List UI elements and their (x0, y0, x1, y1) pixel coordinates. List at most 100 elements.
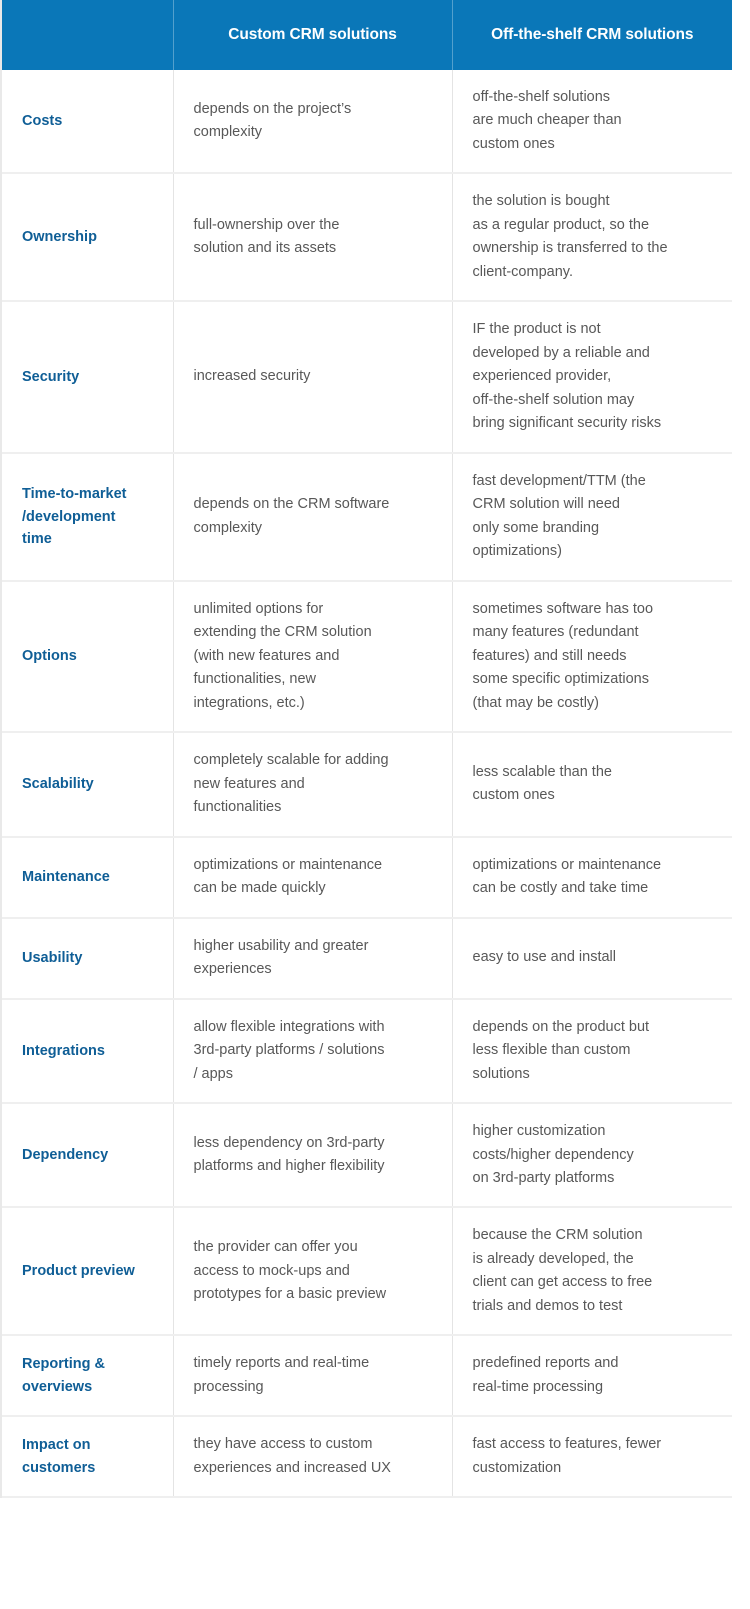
table-row: Time-to-market /development time depends … (2, 452, 732, 582)
cell-off-the-shelf-crm-text: IF the product is not developed by a rel… (472, 321, 662, 432)
row-label: Maintenance (2, 836, 173, 919)
row-label-text: Integrations (22, 1042, 105, 1059)
table-row: Product preview the provider can offer yo… (2, 1207, 732, 1337)
cell-off-the-shelf-crm: because the CRM solution is already deve… (451, 1207, 732, 1337)
cell-custom-crm: timely reports and real-time processing (172, 1335, 452, 1418)
row-label-text: Options (22, 648, 77, 665)
row-label: Product preview (2, 1207, 173, 1337)
cell-off-the-shelf-crm-text: optimizations or maintenance can be cost… (472, 856, 662, 897)
table-row: Reporting & overviews timely reports and … (2, 1335, 732, 1418)
table-row: Maintenance optimizations or maintenance … (2, 836, 732, 919)
cell-custom-crm-text: completely scalable for adding new featu… (193, 752, 389, 816)
cell-custom-crm: completely scalable for adding new featu… (172, 732, 452, 838)
cell-off-the-shelf-crm-text: fast development/TTM (the CRM solution w… (472, 472, 646, 560)
row-label-text: Dependency (22, 1147, 109, 1163)
table-row: Security increased security IF the product… (2, 301, 732, 454)
row-label-text: Scalability (22, 776, 94, 793)
cell-off-the-shelf-crm: predefined reports and real-time process… (451, 1335, 732, 1418)
cell-custom-crm: allow flexible integrations with 3rd-par… (172, 998, 452, 1105)
table-row: Scalability completely scalable for addin… (2, 732, 732, 838)
column-header-custom-crm: Custom CRM solutions (172, 0, 452, 70)
cell-off-the-shelf-crm-text: the solution is bought as a regular prod… (472, 193, 668, 280)
row-label: Scalability (2, 732, 173, 838)
row-label-text: Impact on customers (22, 1437, 96, 1476)
cell-custom-crm: higher usability and greater experiences (172, 917, 452, 1000)
row-label-text: Maintenance (22, 868, 110, 885)
cell-off-the-shelf-crm-text: because the CRM solution is already deve… (472, 1227, 653, 1314)
crm-comparison-table: Custom CRM solutions Off-the-shelf CRM s… (2, 0, 732, 1499)
cell-custom-crm-text: less dependency on 3rd-party platforms a… (193, 1134, 385, 1175)
table-row: Ownership full-ownership over the solutio… (2, 173, 732, 303)
row-label: Time-to-market /development time (2, 452, 173, 582)
cell-custom-crm: depends on the project’s complexity (172, 70, 452, 175)
cell-custom-crm-text: higher usability and greater experiences (193, 937, 369, 978)
cell-custom-crm-text: timely reports and real-time processing (193, 1355, 370, 1395)
row-label: Options (2, 580, 173, 734)
row-label-text: Security (22, 368, 80, 385)
cell-off-the-shelf-crm: IF the product is not developed by a rel… (451, 301, 732, 454)
cell-off-the-shelf-crm-text: less scalable than the custom ones (472, 763, 612, 804)
cell-off-the-shelf-crm: higher customization costs/higher depend… (451, 1103, 732, 1209)
table-row: Costs depends on the project’s complexity… (2, 70, 732, 175)
cell-custom-crm-text: depends on the CRM software complexity (193, 496, 390, 536)
row-label-text: Reporting & overviews (22, 1356, 105, 1395)
row-label: Usability (2, 917, 173, 1000)
cell-custom-crm-text: depends on the project’s complexity (193, 100, 352, 141)
cell-off-the-shelf-crm: optimizations or maintenance can be cost… (451, 836, 732, 919)
cell-custom-crm-text: full-ownership over the solution and its… (193, 216, 340, 257)
table-header: Custom CRM solutions Off-the-shelf CRM s… (2, 0, 732, 70)
row-label: Dependency (2, 1103, 173, 1209)
cell-off-the-shelf-crm-text: easy to use and install (472, 949, 616, 966)
cell-custom-crm-text: optimizations or maintenance can be made… (193, 856, 383, 897)
cell-custom-crm: they have access to custom experiences a… (172, 1416, 452, 1499)
table-body: Costs depends on the project’s complexity… (2, 70, 732, 1499)
cell-off-the-shelf-crm-text: depends on the product but less flexible… (472, 1018, 650, 1082)
cell-off-the-shelf-crm-text: higher customization costs/higher depend… (472, 1123, 634, 1186)
cell-custom-crm: full-ownership over the solution and its… (172, 173, 452, 303)
cell-custom-crm-text: they have access to custom experiences a… (193, 1436, 391, 1476)
header-row: Custom CRM solutions Off-the-shelf CRM s… (2, 0, 732, 70)
column-header-criteria (2, 0, 173, 70)
table-row: Options unlimited options for extending t… (2, 580, 732, 734)
row-label-text: Time-to-market /development time (22, 486, 127, 548)
table-row: Integrations allow flexible integrations … (2, 998, 732, 1105)
cell-off-the-shelf-crm-text: off-the-shelf solutions are much cheaper… (472, 89, 622, 152)
row-label: Ownership (2, 173, 173, 303)
table-row: Impact on customers they have access to c… (2, 1416, 732, 1499)
cell-off-the-shelf-crm-text: fast access to features, fewer customiza… (472, 1436, 662, 1476)
cell-custom-crm-text: unlimited options for extending the CRM … (193, 600, 372, 711)
row-label-text: Usability (22, 949, 83, 966)
cell-off-the-shelf-crm: off-the-shelf solutions are much cheaper… (451, 70, 732, 175)
cell-off-the-shelf-crm: sometimes software has too many features… (451, 580, 732, 734)
cell-custom-crm: less dependency on 3rd-party platforms a… (172, 1103, 452, 1209)
comparison-table-container: Custom CRM solutions Off-the-shelf CRM s… (0, 0, 732, 1499)
cell-off-the-shelf-crm: easy to use and install (451, 917, 732, 1000)
cell-custom-crm: optimizations or maintenance can be made… (172, 836, 452, 919)
cell-custom-crm: increased security (172, 301, 452, 454)
row-label-text: Costs (22, 112, 63, 129)
cell-off-the-shelf-crm-text: sometimes software has too many features… (472, 600, 654, 711)
row-label: Integrations (2, 998, 173, 1105)
cell-custom-crm-text: increased security (193, 368, 311, 385)
cell-off-the-shelf-crm: fast access to features, fewer customiza… (451, 1416, 732, 1499)
cell-custom-crm-text: the provider can offer you access to moc… (193, 1239, 387, 1303)
cell-custom-crm: the provider can offer you access to moc… (172, 1207, 452, 1337)
row-label-text: Ownership (22, 229, 97, 246)
cell-off-the-shelf-crm: less scalable than the custom ones (451, 732, 732, 838)
cell-off-the-shelf-crm-text: predefined reports and real-time process… (472, 1355, 619, 1395)
cell-off-the-shelf-crm: depends on the product but less flexible… (451, 998, 732, 1105)
row-label: Costs (2, 70, 173, 175)
row-label: Impact on customers (2, 1416, 173, 1499)
cell-custom-crm-text: allow flexible integrations with 3rd-par… (193, 1018, 385, 1082)
row-label: Security (2, 301, 173, 454)
cell-off-the-shelf-crm: fast development/TTM (the CRM solution w… (451, 452, 732, 582)
table-row: Dependency less dependency on 3rd-party p… (2, 1103, 732, 1209)
row-label: Reporting & overviews (2, 1335, 173, 1418)
cell-custom-crm: depends on the CRM software complexity (172, 452, 452, 582)
column-header-off-the-shelf-crm: Off-the-shelf CRM solutions (451, 0, 732, 70)
row-label-text: Product preview (22, 1263, 135, 1280)
cell-custom-crm: unlimited options for extending the CRM … (172, 580, 452, 734)
table-row: Usability higher usability and greater ex… (2, 917, 732, 1000)
page-root: Custom CRM solutions Off-the-shelf CRM s… (0, 0, 750, 1609)
cell-off-the-shelf-crm: the solution is bought as a regular prod… (451, 173, 732, 303)
